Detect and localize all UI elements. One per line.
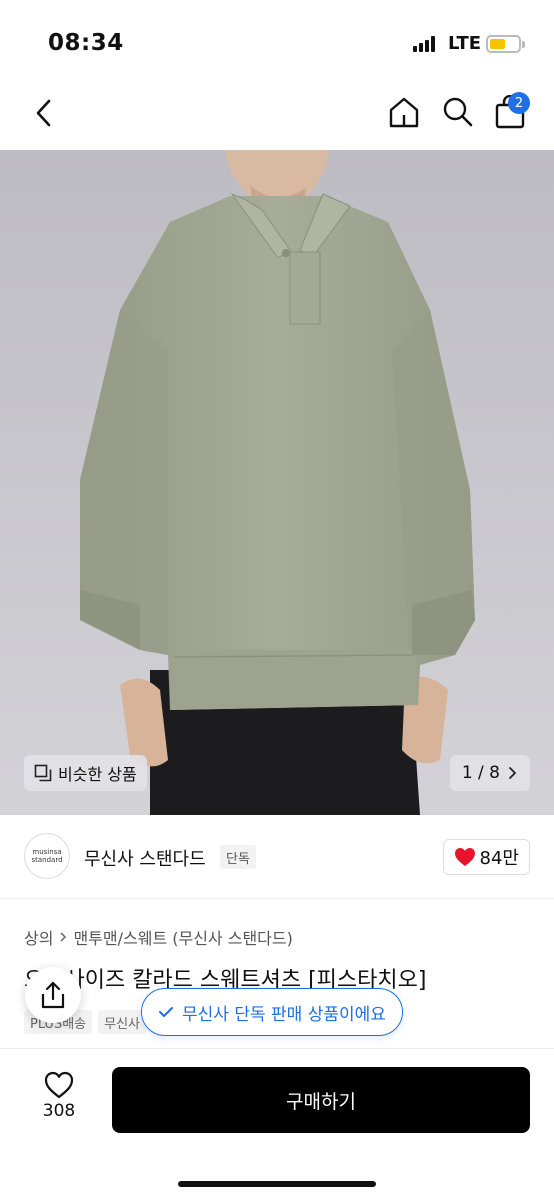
back-icon xyxy=(36,99,51,127)
similar-products-label: 비슷한 상품 xyxy=(58,765,137,784)
brand-row: musinsa standard 무신사 스탠다드 단독 84만 xyxy=(0,815,554,899)
image-page-counter[interactable]: 1 / 8 xyxy=(449,755,530,791)
brand-tag: 무신사 xyxy=(98,1010,147,1034)
status-time: 08:34 xyxy=(48,30,124,56)
toast-text: 무신사 단독 판매 상품이에요 xyxy=(182,1004,386,1025)
brand-name[interactable]: 무신사 스탠다드 xyxy=(84,845,206,871)
battery-icon xyxy=(486,35,525,53)
product-image[interactable]: 비슷한 상품 1 / 8 xyxy=(0,150,554,815)
home-icon xyxy=(389,97,419,128)
breadcrumb-category[interactable]: 상의 xyxy=(24,925,53,949)
signal-icon xyxy=(413,36,435,52)
search-icon xyxy=(443,97,473,127)
network-label: LTE xyxy=(448,33,482,54)
brand-like-button[interactable]: 84만 xyxy=(442,839,530,875)
share-icon xyxy=(41,981,65,1009)
wishlist-button[interactable]: 308 xyxy=(34,1071,84,1121)
similar-icon xyxy=(34,764,52,782)
breadcrumb: 상의 맨투맨/스웨트 (무신사 스탠다드) xyxy=(24,925,293,949)
exclusive-toast: 무신사 단독 판매 상품이에요 xyxy=(141,988,403,1036)
brand-logo-line2: standard xyxy=(31,856,63,864)
back-button[interactable] xyxy=(24,93,64,133)
status-bar: 08:34 LTE xyxy=(0,0,554,80)
brand-logo-line1: musinsa xyxy=(32,847,62,856)
brand-logo[interactable]: musinsa standard xyxy=(24,833,70,879)
heart-outline-icon xyxy=(44,1071,74,1099)
brand-like-count: 84만 xyxy=(479,848,519,869)
heart-icon xyxy=(454,848,475,866)
chevron-right-icon xyxy=(509,767,516,779)
similar-products-button[interactable]: 비슷한 상품 xyxy=(24,755,147,791)
bottom-action-bar: 308 구매하기 xyxy=(0,1048,554,1200)
share-button[interactable] xyxy=(25,967,81,1023)
buy-button[interactable]: 구매하기 xyxy=(112,1067,530,1133)
breadcrumb-subcategory[interactable]: 맨투맨/스웨트 (무신사 스탠다드) xyxy=(73,925,292,949)
check-icon xyxy=(159,1007,173,1017)
home-indicator xyxy=(178,1181,376,1187)
product-photo xyxy=(0,150,554,815)
cart-count-badge: 2 xyxy=(508,92,530,114)
nav-bar xyxy=(0,80,554,150)
home-button[interactable] xyxy=(382,90,426,134)
chevron-right-icon xyxy=(60,932,67,942)
image-counter-text: 1 / 8 xyxy=(461,763,500,783)
exclusive-badge: 단독 xyxy=(220,845,256,869)
wishlist-count: 308 xyxy=(42,1101,76,1121)
search-button[interactable] xyxy=(436,90,480,134)
